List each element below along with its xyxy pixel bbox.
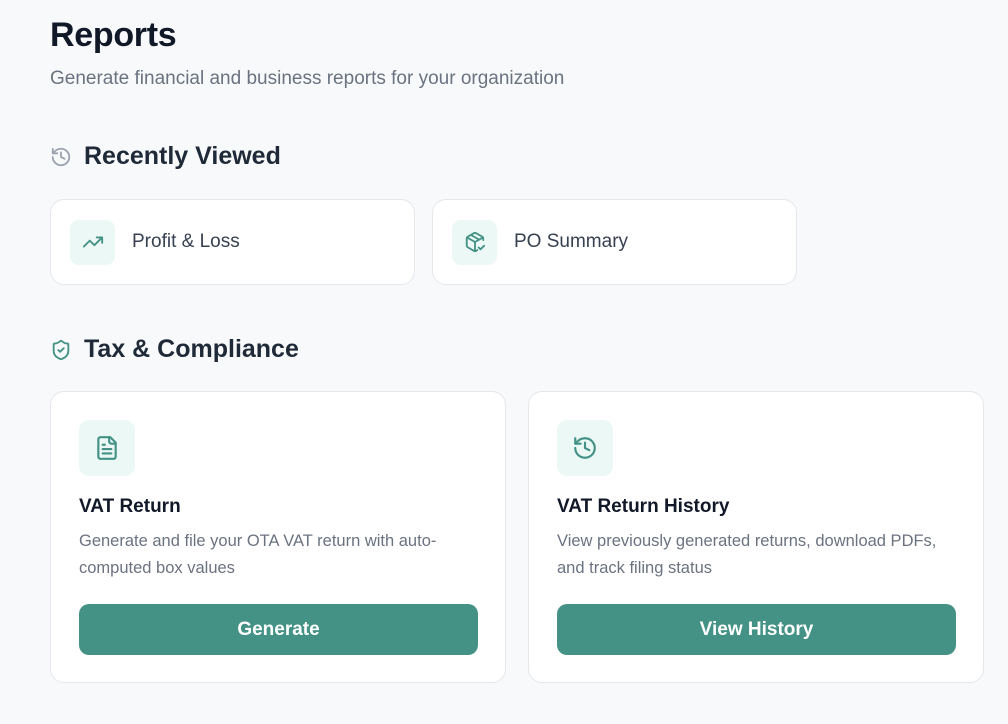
recently-viewed-title: Recently Viewed (84, 142, 281, 170)
vat-return-history-card: VAT Return History View previously gener… (528, 391, 984, 683)
package-check-icon (452, 219, 497, 265)
reports-page: Reports Generate financial and business … (0, 0, 1008, 724)
card-description: View previously generated returns, downl… (557, 532, 937, 577)
generate-button[interactable]: Generate (79, 604, 478, 655)
history-icon (557, 420, 613, 476)
view-history-button[interactable]: View History (557, 604, 956, 655)
recent-item-profit-loss[interactable]: Profit & Loss (50, 199, 415, 285)
card-title: VAT Return History (557, 496, 730, 517)
vat-return-card: VAT Return Generate and file your OTA VA… (50, 391, 506, 683)
history-icon (50, 146, 72, 168)
tax-compliance-title: Tax & Compliance (84, 335, 299, 363)
card-title: VAT Return (79, 496, 181, 517)
shield-check-icon (50, 339, 72, 361)
recent-item-label: PO Summary (514, 231, 629, 252)
tax-compliance-header: Tax & Compliance (50, 335, 299, 364)
page-title: Reports (50, 16, 177, 54)
recent-item-po-summary[interactable]: PO Summary (432, 199, 797, 285)
file-text-icon (79, 420, 135, 476)
page-subtitle: Generate financial and business reports … (50, 68, 565, 89)
recently-viewed-header: Recently Viewed (50, 142, 281, 171)
card-description: Generate and file your OTA VAT return wi… (79, 532, 437, 577)
trending-up-icon (70, 219, 115, 265)
recent-item-label: Profit & Loss (132, 231, 240, 252)
